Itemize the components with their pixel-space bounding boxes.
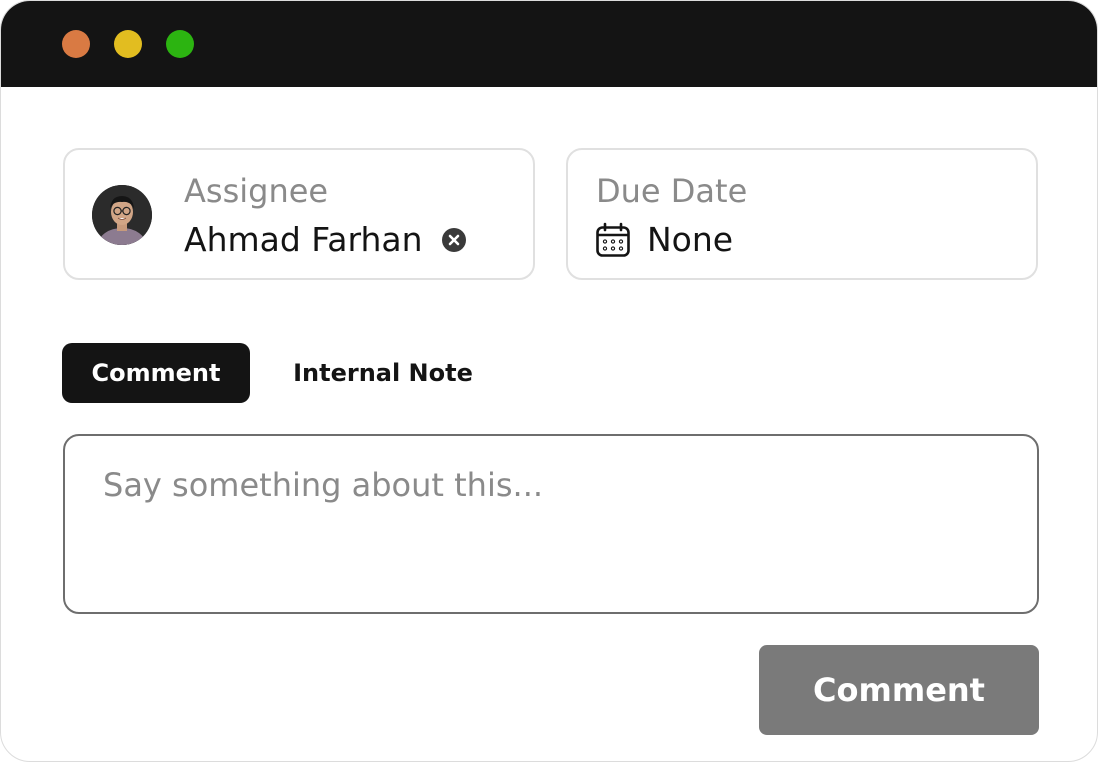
submit-comment-button[interactable]: Comment xyxy=(759,645,1039,735)
assignee-card[interactable]: Assignee Ahmad Farhan xyxy=(63,148,535,280)
clear-x-icon[interactable] xyxy=(441,227,467,253)
due-date-value: None xyxy=(647,220,734,259)
tab-comment[interactable]: Comment xyxy=(62,343,250,403)
comment-input[interactable] xyxy=(63,434,1039,614)
minimize-window-button[interactable] xyxy=(114,30,142,58)
assignee-label: Assignee xyxy=(184,172,329,210)
assignee-name: Ahmad Farhan xyxy=(184,220,423,259)
due-date-card[interactable]: Due Date None xyxy=(566,148,1038,280)
app-window: Assignee Ahmad Farhan Due Date None Comm… xyxy=(0,0,1098,762)
calendar-icon xyxy=(596,222,630,257)
title-bar xyxy=(1,1,1097,87)
maximize-window-button[interactable] xyxy=(166,30,194,58)
user-avatar-icon xyxy=(92,185,152,245)
tab-internal-note[interactable]: Internal Note xyxy=(283,343,483,403)
close-window-button[interactable] xyxy=(62,30,90,58)
avatar xyxy=(92,185,152,245)
due-date-label: Due Date xyxy=(596,172,748,210)
